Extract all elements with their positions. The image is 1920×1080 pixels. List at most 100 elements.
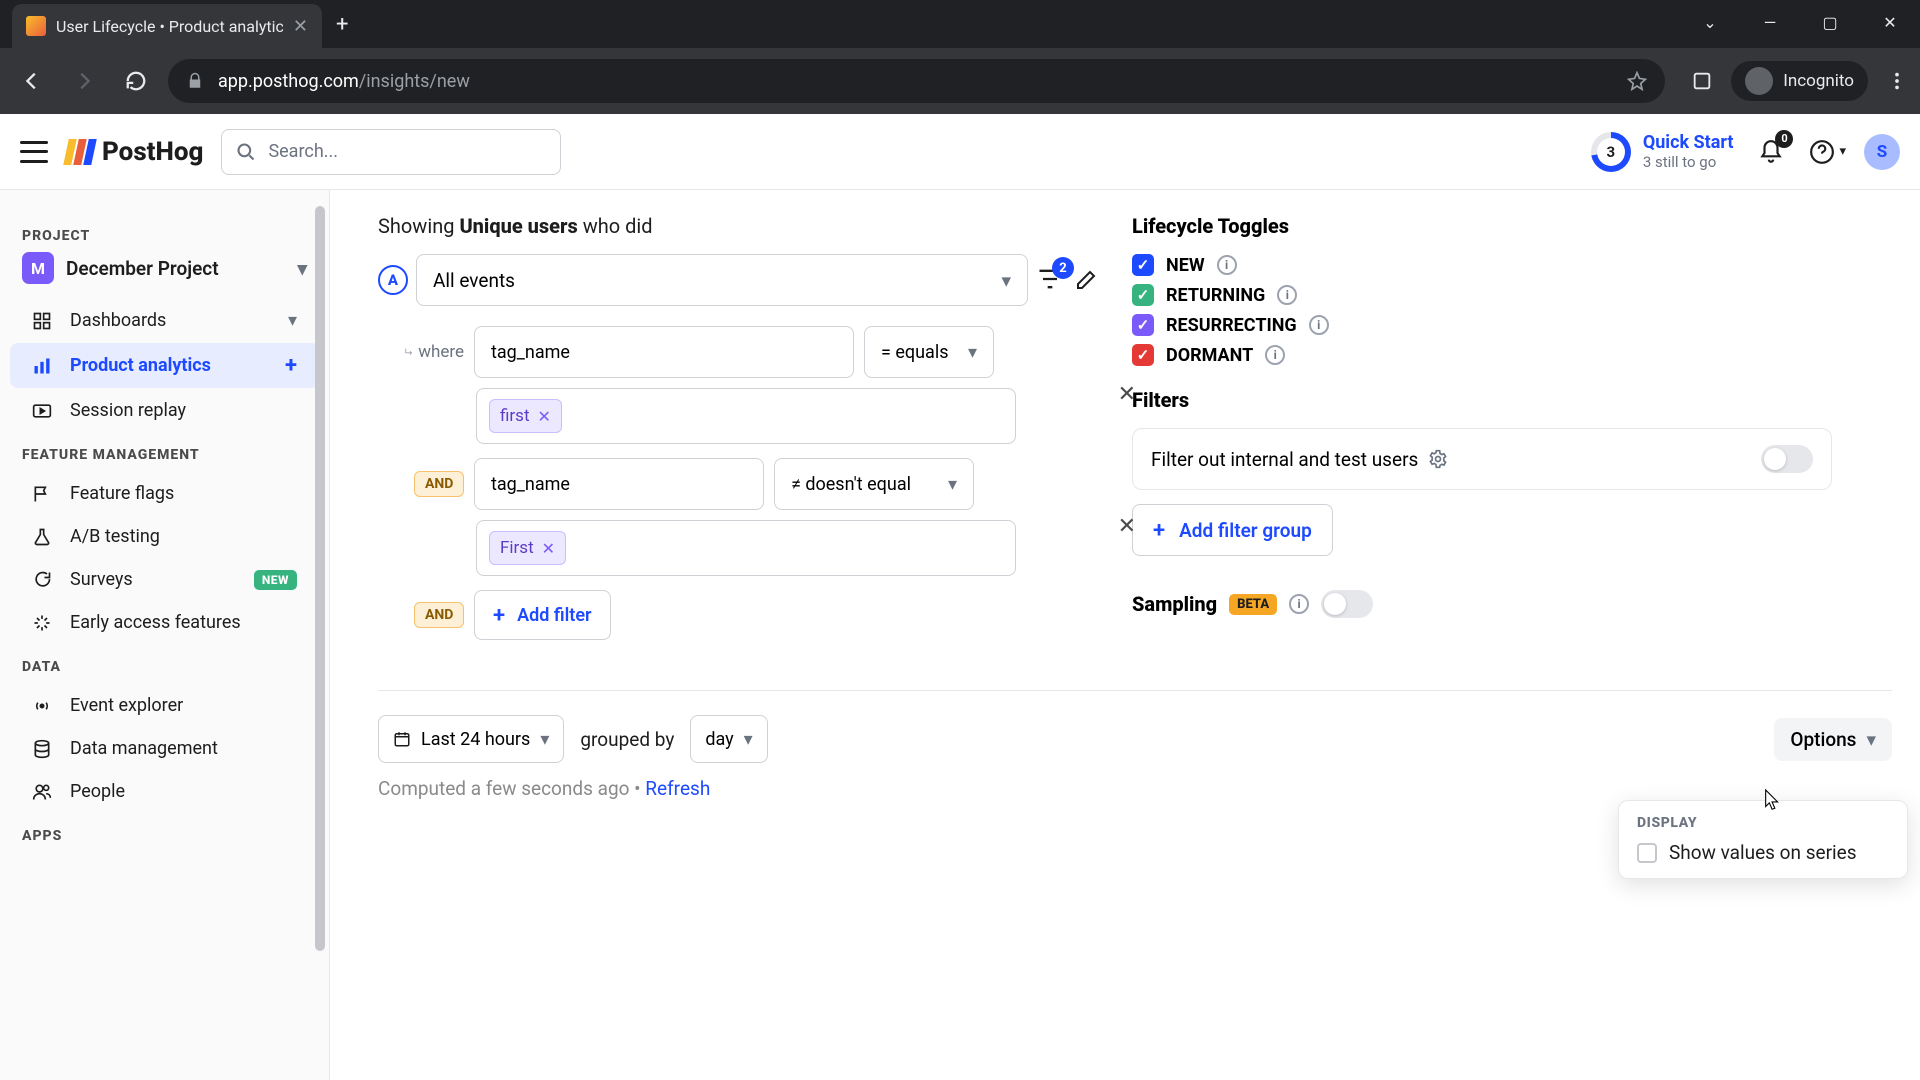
chat-icon (32, 570, 56, 590)
hamburger-icon[interactable] (20, 141, 48, 163)
time-bar: Last 24 hours ▾ grouped by day ▾ Options… (378, 690, 1892, 763)
avatar[interactable]: S (1864, 134, 1900, 170)
beta-badge: BETA (1229, 594, 1277, 615)
incognito-label: Incognito (1783, 71, 1854, 91)
toggle-switch[interactable] (1321, 590, 1373, 618)
window-controls: ⌄ — ▢ ✕ (1680, 0, 1920, 44)
operator-select[interactable]: ≠ doesn't equal▾ (774, 458, 974, 510)
info-icon[interactable]: i (1277, 285, 1297, 305)
sidebar-item-early-access[interactable]: Early access features (10, 602, 319, 643)
sidebar-item-dashboards[interactable]: Dashboards ▾ (10, 300, 319, 341)
lifecycle-toggle-new[interactable]: ✓NEWi (1132, 254, 1852, 276)
value-chip[interactable]: First✕ (489, 531, 566, 565)
value-input[interactable]: first✕ (476, 388, 1016, 444)
chevron-down-icon: ▾ (968, 342, 977, 363)
add-filter-button[interactable]: +Add filter (474, 590, 611, 640)
incognito-indicator[interactable]: Incognito (1731, 61, 1868, 101)
value-chip[interactable]: first✕ (489, 399, 562, 433)
filter-icon[interactable]: 2 (1036, 265, 1066, 295)
remove-chip-icon[interactable]: ✕ (538, 407, 551, 426)
minimize-icon[interactable]: — (1740, 0, 1800, 44)
checkbox-icon: ✓ (1132, 314, 1154, 336)
show-values-option[interactable]: Show values on series (1637, 841, 1889, 864)
posthog-logo[interactable]: PostHog (66, 137, 203, 167)
sidebar-heading-feature-mgmt: FEATURE MANAGEMENT (0, 439, 329, 471)
property-select[interactable]: tag_name (474, 458, 764, 510)
add-filter-group-button[interactable]: +Add filter group (1132, 504, 1333, 556)
computed-status: Computed a few seconds ago • Refresh (378, 777, 1892, 800)
filters-heading: Filters (1132, 388, 1852, 412)
sidebar-item-session-replay[interactable]: Session replay (10, 390, 319, 431)
remove-chip-icon[interactable]: ✕ (542, 539, 555, 558)
sidebar-item-ab-testing[interactable]: A/B testing (10, 516, 319, 557)
sidebar-item-event-explorer[interactable]: Event explorer (10, 685, 319, 726)
help-button[interactable]: ▾ (1809, 132, 1846, 172)
toggle-label: RESURRECTING (1166, 315, 1297, 336)
info-icon[interactable]: i (1217, 255, 1237, 275)
progress-ring-icon: 3 (1591, 132, 1631, 172)
edit-icon[interactable] (1074, 268, 1098, 292)
reload-button[interactable] (116, 61, 156, 101)
search-input[interactable]: Search... (221, 129, 561, 175)
url-input[interactable]: app.posthog.com/insights/new (168, 59, 1665, 103)
search-icon (236, 142, 256, 162)
scrollbar[interactable] (313, 202, 327, 1068)
info-icon[interactable]: i (1265, 345, 1285, 365)
value-input[interactable]: First✕ (476, 520, 1016, 576)
popover-heading: DISPLAY (1637, 815, 1889, 831)
checkbox-icon: ✓ (1132, 344, 1154, 366)
plus-icon[interactable]: + (285, 353, 297, 378)
date-range-label: Last 24 hours (421, 729, 530, 750)
sidebar-item-feature-flags[interactable]: Feature flags (10, 473, 319, 514)
plus-icon: + (493, 603, 505, 628)
quick-start-button[interactable]: 3 Quick Start 3 still to go (1591, 132, 1734, 172)
and-connector: AND (414, 471, 464, 497)
gear-icon[interactable] (1428, 449, 1448, 469)
interval-select[interactable]: day ▾ (690, 715, 767, 763)
sidebar-item-surveys[interactable]: Surveys NEW (10, 559, 319, 600)
star-icon[interactable] (1627, 71, 1647, 91)
new-tab-button[interactable]: + (336, 12, 348, 37)
database-icon (32, 739, 56, 759)
menu-icon[interactable] (1886, 70, 1908, 92)
lifecycle-toggle-returning[interactable]: ✓RETURNINGi (1132, 284, 1852, 306)
event-name: All events (433, 269, 515, 292)
grouped-by-label: grouped by (580, 728, 674, 751)
tab-title: User Lifecycle • Product analytic (56, 17, 283, 36)
remove-filter-icon[interactable]: ✕ (1118, 514, 1136, 539)
quick-start-title: Quick Start (1643, 132, 1734, 153)
sidebar-item-label: Event explorer (70, 695, 297, 716)
browser-chrome: User Lifecycle • Product analytic ✕ + ⌄ … (0, 0, 1920, 114)
close-tab-icon[interactable]: ✕ (293, 16, 308, 37)
notifications-button[interactable]: 0 (1751, 132, 1791, 172)
remove-filter-icon[interactable]: ✕ (1118, 382, 1136, 407)
extensions-icon[interactable] (1691, 70, 1713, 92)
chevron-down-icon[interactable]: ⌄ (1680, 0, 1740, 44)
forward-button[interactable] (64, 61, 104, 101)
lifecycle-toggle-dormant[interactable]: ✓ DORMANT i (1132, 344, 1852, 366)
options-button[interactable]: Options ▾ (1774, 718, 1892, 761)
back-button[interactable] (12, 61, 52, 101)
lifecycle-toggle-resurrecting[interactable]: ✓ RESURRECTING i (1132, 314, 1852, 336)
close-window-icon[interactable]: ✕ (1860, 0, 1920, 44)
date-range-select[interactable]: Last 24 hours ▾ (378, 715, 564, 763)
toggle-label: DORMANT (1166, 345, 1253, 366)
info-icon[interactable]: i (1309, 315, 1329, 335)
maximize-icon[interactable]: ▢ (1800, 0, 1860, 44)
refresh-link[interactable]: Refresh (645, 777, 710, 800)
sidebar-item-data-management[interactable]: Data management (10, 728, 319, 769)
toggle-label: RETURNING (1166, 285, 1265, 306)
project-switcher[interactable]: M December Project ▾ (0, 252, 329, 298)
sidebar-item-label: Surveys (70, 569, 240, 590)
sidebar-item-people[interactable]: People (10, 771, 319, 812)
toggle-switch[interactable] (1761, 445, 1813, 473)
event-select[interactable]: All events ▾ (416, 254, 1028, 306)
property-select[interactable]: tag_name (474, 326, 854, 378)
sidebar-item-product-analytics[interactable]: Product analytics + (10, 343, 319, 388)
logo-icon (66, 139, 94, 165)
operator-label: ≠ doesn't equal (791, 474, 911, 495)
operator-select[interactable]: = equals▾ (864, 326, 994, 378)
info-icon[interactable]: i (1289, 594, 1309, 614)
sampling-label: Sampling (1132, 592, 1217, 616)
browser-tab[interactable]: User Lifecycle • Product analytic ✕ (12, 4, 322, 48)
